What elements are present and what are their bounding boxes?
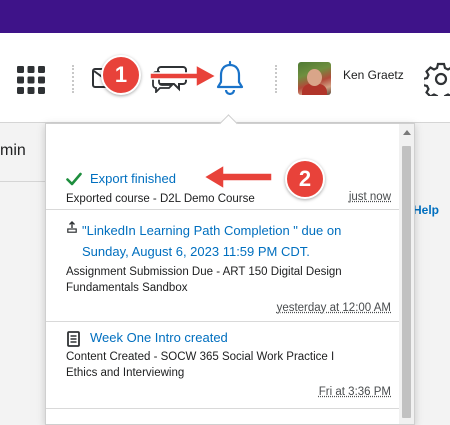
help-link[interactable]: Help <box>413 203 439 217</box>
scrollbar-thumb[interactable] <box>402 146 411 418</box>
bell-icon[interactable] <box>214 60 246 96</box>
notification-title[interactable]: Export finished <box>90 168 176 189</box>
notification-subtitle-line-2: Ethics and Interviewing <box>66 367 185 379</box>
notification-subtitle-line-1: Content Created - SOCW 365 Social Work P… <box>66 351 335 363</box>
waffle-grid-icon[interactable] <box>17 66 45 94</box>
upload-icon <box>67 221 77 233</box>
notification-subtitle: Exported course - D2L Demo Course <box>66 193 255 205</box>
notification-title-line-1[interactable]: "LinkedIn Learning Path Completion " due… <box>82 220 341 241</box>
avatar[interactable] <box>298 62 331 95</box>
notification-subtitle-line-2: Fundamentals Sandbox <box>66 282 188 294</box>
notification-item[interactable]: Week One Intro created Content Created -… <box>46 322 399 409</box>
divider <box>0 181 46 182</box>
notification-item[interactable]: "LinkedIn Learning Path Completion " due… <box>46 210 399 322</box>
scroll-up-arrow-icon[interactable] <box>403 130 411 135</box>
notification-item[interactable]: Export finished Exported course - D2L De… <box>46 124 399 210</box>
document-icon <box>67 331 80 347</box>
user-name[interactable]: Ken Graetz <box>343 68 404 82</box>
scrollbar[interactable] <box>399 124 414 424</box>
annotation-badge-2: 2 <box>285 159 325 199</box>
top-bar <box>0 0 450 33</box>
chat-icon[interactable] <box>152 63 188 93</box>
separator <box>275 65 279 93</box>
page-text-fragment: min <box>0 142 26 159</box>
avatar-face <box>307 69 322 86</box>
notification-title[interactable]: Week One Intro created <box>90 327 228 348</box>
separator <box>72 65 76 93</box>
notification-subtitle-line-1: Assignment Submission Due - ART 150 Digi… <box>66 266 342 278</box>
notification-time: yesterday at 12:00 AM <box>276 302 391 314</box>
notification-title-line-2[interactable]: Sunday, August 6, 2023 11:59 PM CDT. <box>82 241 310 262</box>
notification-time: just now <box>348 191 391 203</box>
gear-icon[interactable] <box>424 62 450 96</box>
annotation-badge-1: 1 <box>101 55 141 95</box>
notifications-dropdown: Export finished Exported course - D2L De… <box>45 123 415 425</box>
notification-time: Fri at 3:36 PM <box>318 386 391 398</box>
checkmark-icon <box>66 172 82 186</box>
